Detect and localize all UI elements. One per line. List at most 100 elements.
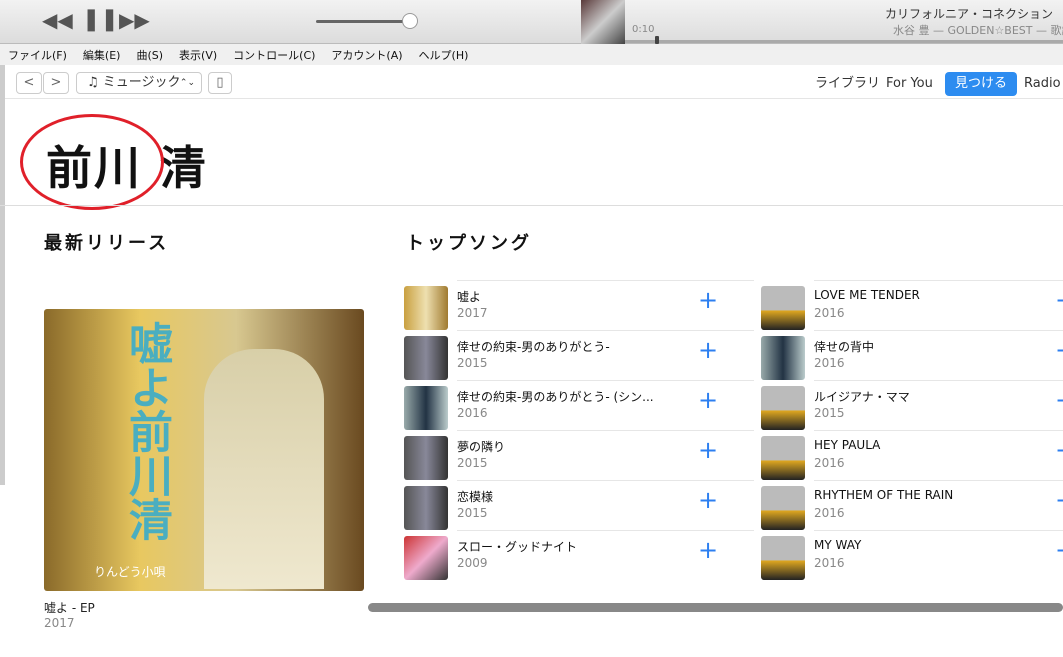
add-icon[interactable]: + xyxy=(698,286,718,314)
tab-radio[interactable]: Radio xyxy=(1024,72,1061,96)
artwork-person xyxy=(204,349,324,589)
progress-handle[interactable] xyxy=(655,36,659,44)
add-icon[interactable]: + xyxy=(698,436,718,464)
song-row[interactable]: スロー・グッドナイト 2009 + xyxy=(404,530,754,580)
nav-bar: < > ♫ ミュージック ⌃⌄ ▯ ライブラリ For You 見つける Radi… xyxy=(0,65,1063,99)
menu-song[interactable]: 曲(S) xyxy=(128,44,171,65)
song-title: LOVE ME TENDER xyxy=(814,288,920,302)
song-artwork xyxy=(761,486,805,530)
menu-view[interactable]: 表示(V) xyxy=(171,44,225,65)
add-icon[interactable]: + xyxy=(1055,436,1063,464)
tab-library[interactable]: ライブラリ xyxy=(815,72,880,96)
menu-bar: ファイル(F) 編集(E) 曲(S) 表示(V) コントロール(C) アカウント… xyxy=(0,44,1063,65)
song-year: 2016 xyxy=(814,556,845,570)
menu-file[interactable]: ファイル(F) xyxy=(0,44,75,65)
add-icon[interactable]: + xyxy=(698,486,718,514)
menu-account[interactable]: アカウント(A) xyxy=(323,44,410,65)
divider xyxy=(0,205,1063,206)
top-songs-heading: トップソング xyxy=(406,233,532,254)
pause-button[interactable]: ❚❚ xyxy=(82,7,119,32)
row-divider xyxy=(457,530,754,531)
player-bar: ◀◀ ❚❚ ▶▶ 0:10 カリフォルニア・コネクション 水谷 豊 — GOLD… xyxy=(0,0,1063,44)
song-title: 嘘よ xyxy=(457,290,482,304)
song-row[interactable]: 嘘よ 2017 + xyxy=(404,280,754,330)
artwork-title: 嘘よ前川清 xyxy=(121,321,172,541)
song-year: 2016 xyxy=(814,506,845,520)
forward-nav-button[interactable]: > xyxy=(43,72,69,94)
now-playing-artwork xyxy=(581,0,625,44)
song-row[interactable]: 倖せの背中 2016 + xyxy=(761,330,1063,380)
back-button[interactable]: < xyxy=(16,72,42,94)
song-row[interactable]: 倖せの約束-男のありがとう- (シン... 2016 + xyxy=(404,380,754,430)
song-row[interactable]: 倖せの約束-男のありがとう- 2015 + xyxy=(404,330,754,380)
add-icon[interactable]: + xyxy=(1055,386,1063,414)
row-divider xyxy=(814,530,1063,531)
row-divider xyxy=(457,380,754,381)
add-icon[interactable]: + xyxy=(1055,286,1063,314)
row-divider xyxy=(814,380,1063,381)
song-artwork xyxy=(761,336,805,380)
tab-browse[interactable]: 見つける xyxy=(945,72,1018,96)
song-title: MY WAY xyxy=(814,538,862,552)
song-artwork xyxy=(404,486,448,530)
menu-help[interactable]: ヘルプ(H) xyxy=(411,44,477,65)
add-icon[interactable]: + xyxy=(698,536,718,564)
row-divider xyxy=(457,480,754,481)
latest-release-heading: 最新リリース xyxy=(44,233,170,254)
device-button[interactable]: ▯ xyxy=(208,72,232,94)
tab-for-you[interactable]: For You xyxy=(886,72,933,96)
song-row[interactable]: RHYTHEM OF THE RAIN 2016 + xyxy=(761,480,1063,530)
add-icon[interactable]: + xyxy=(698,386,718,414)
song-year: 2016 xyxy=(457,406,488,420)
song-year: 2016 xyxy=(814,356,845,370)
song-row[interactable]: MY WAY 2016 + xyxy=(761,530,1063,580)
song-title: スロー・グッドナイト xyxy=(457,540,578,554)
album-year: 2017 xyxy=(44,616,75,630)
add-icon[interactable]: + xyxy=(1055,536,1063,564)
horizontal-scrollbar[interactable] xyxy=(368,603,1063,612)
album-artwork[interactable]: 嘘よ前川清 りんどう小唄 xyxy=(44,309,364,591)
now-playing-title: カリフォルニア・コネクション xyxy=(884,7,1053,21)
album-title[interactable]: 嘘よ - EP xyxy=(44,599,95,616)
song-year: 2017 xyxy=(457,306,488,320)
highlight-circle xyxy=(20,114,164,210)
song-row[interactable]: HEY PAULA 2016 + xyxy=(761,430,1063,480)
song-year: 2009 xyxy=(457,556,488,570)
add-icon[interactable]: + xyxy=(698,336,718,364)
song-artwork xyxy=(404,336,448,380)
song-row[interactable]: ルイジアナ・ママ 2015 + xyxy=(761,380,1063,430)
song-row[interactable]: LOVE ME TENDER 2016 + xyxy=(761,280,1063,330)
now-playing-subtitle: 水谷 豊 — GOLDEN☆BEST — 歌謡 xyxy=(893,24,1063,37)
menu-edit[interactable]: 編集(E) xyxy=(75,44,129,65)
song-year: 2015 xyxy=(457,506,488,520)
song-row[interactable]: 夢の隣り 2015 + xyxy=(404,430,754,480)
song-year: 2015 xyxy=(814,406,845,420)
song-row[interactable]: 恋模様 2015 + xyxy=(404,480,754,530)
source-select[interactable]: ♫ ミュージック ⌃⌄ xyxy=(76,72,202,94)
forward-button[interactable]: ▶▶ xyxy=(119,8,150,32)
volume-knob[interactable] xyxy=(402,13,418,29)
row-divider xyxy=(814,430,1063,431)
volume-slider[interactable] xyxy=(316,20,411,23)
elapsed-time: 0:10 xyxy=(632,24,655,35)
song-year: 2016 xyxy=(814,306,845,320)
rewind-button[interactable]: ◀◀ xyxy=(42,8,73,32)
progress-bar[interactable] xyxy=(625,40,1063,43)
song-year: 2015 xyxy=(457,456,488,470)
song-title: 恋模様 xyxy=(457,490,494,504)
menu-controls[interactable]: コントロール(C) xyxy=(225,44,323,65)
source-label: ♫ ミュージック xyxy=(87,75,181,90)
song-artwork xyxy=(404,386,448,430)
chevron-updown-icon: ⌃⌄ xyxy=(179,78,195,88)
song-year: 2016 xyxy=(814,456,845,470)
song-artwork xyxy=(404,436,448,480)
add-icon[interactable]: + xyxy=(1055,336,1063,364)
song-title: HEY PAULA xyxy=(814,438,881,452)
song-title: 倖せの約束-男のありがとう- xyxy=(457,340,610,354)
add-icon[interactable]: + xyxy=(1055,486,1063,514)
song-title: 夢の隣り xyxy=(457,440,506,454)
row-divider xyxy=(457,330,754,331)
window-edge xyxy=(0,65,5,485)
row-divider xyxy=(814,280,1063,281)
song-title: 倖せの背中 xyxy=(814,340,875,354)
